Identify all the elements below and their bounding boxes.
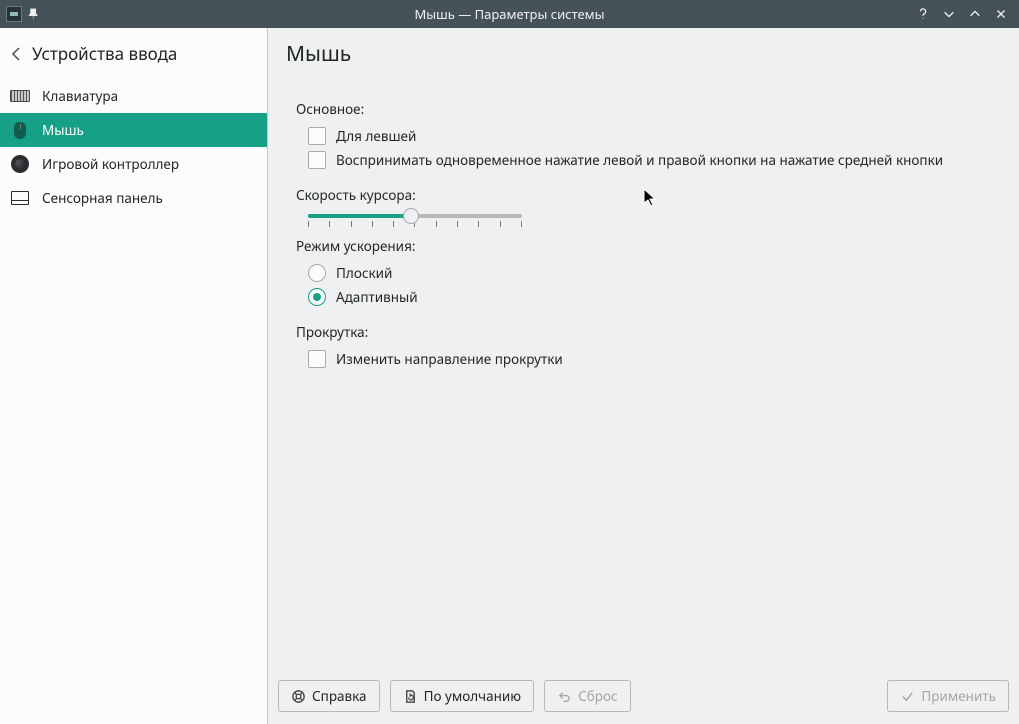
sidebar-item-gamepad[interactable]: Игровой контроллер <box>0 147 267 181</box>
keyboard-icon <box>10 86 30 106</box>
sidebar: Устройства ввода Клавиатура Мышь Игровой… <box>0 28 268 724</box>
sidebar-item-mouse[interactable]: Мышь <box>0 113 267 147</box>
chord-middle-label: Воспринимать одновременное нажатие левой… <box>336 151 943 169</box>
accel-flat-radio[interactable] <box>308 264 326 282</box>
reverse-scroll-label: Изменить направление прокрутки <box>336 350 563 368</box>
document-reset-icon <box>403 689 418 704</box>
chord-middle-checkbox[interactable] <box>308 151 326 169</box>
general-label: Основное: <box>296 100 1001 118</box>
sidebar-item-label: Сенсорная панель <box>42 189 163 207</box>
footer: Справка По умолчанию Сброс Применить <box>268 679 1019 724</box>
undo-icon <box>557 689 572 704</box>
left-handed-label: Для левшей <box>336 127 416 145</box>
reverse-scroll-checkbox[interactable] <box>308 350 326 368</box>
sidebar-item-label: Мышь <box>42 121 84 139</box>
slider-thumb[interactable] <box>403 208 419 224</box>
minimize-button[interactable] <box>941 6 957 22</box>
speed-label: Скорость курсора: <box>296 186 1001 204</box>
page-title: Мышь <box>268 28 1019 74</box>
touchpad-icon <box>10 188 30 208</box>
app-icon <box>6 6 22 22</box>
accel-adaptive-label: Адаптивный <box>336 288 418 306</box>
sidebar-header-label: Устройства ввода <box>32 42 177 65</box>
mouse-icon <box>10 120 30 140</box>
titlebar: Мышь — Параметры системы <box>0 0 1019 28</box>
scroll-label: Прокрутка: <box>296 323 1001 341</box>
help-button[interactable] <box>915 6 931 22</box>
main-panel: Мышь Основное: Для левшей Воспринимать о… <box>268 28 1019 724</box>
sidebar-item-touchpad[interactable]: Сенсорная панель <box>0 181 267 215</box>
accel-flat-label: Плоский <box>336 264 392 282</box>
accel-label: Режим ускорения: <box>296 237 1001 255</box>
accel-adaptive-radio[interactable] <box>308 288 326 306</box>
help-button-label: Справка <box>312 687 367 705</box>
left-handed-checkbox[interactable] <box>308 127 326 145</box>
close-button[interactable] <box>993 6 1009 22</box>
apply-button-label: Применить <box>921 687 996 705</box>
pointer-speed-slider[interactable] <box>308 214 522 218</box>
help-button-footer[interactable]: Справка <box>278 680 380 712</box>
sidebar-back[interactable]: Устройства ввода <box>0 28 267 79</box>
sidebar-item-label: Клавиатура <box>42 87 118 105</box>
apply-button[interactable]: Применить <box>887 680 1009 712</box>
pin-icon[interactable] <box>26 6 42 22</box>
gamepad-icon <box>10 154 30 174</box>
lifebuoy-icon <box>291 689 306 704</box>
defaults-button-label: По умолчанию <box>424 687 522 705</box>
defaults-button[interactable]: По умолчанию <box>390 680 535 712</box>
reset-button-label: Сброс <box>578 687 618 705</box>
window-title: Мышь — Параметры системы <box>0 5 1019 23</box>
reset-button[interactable]: Сброс <box>544 680 631 712</box>
chevron-left-icon <box>8 46 24 62</box>
check-icon <box>900 689 915 704</box>
sidebar-item-label: Игровой контроллер <box>42 155 179 173</box>
sidebar-item-keyboard[interactable]: Клавиатура <box>0 79 267 113</box>
maximize-button[interactable] <box>967 6 983 22</box>
